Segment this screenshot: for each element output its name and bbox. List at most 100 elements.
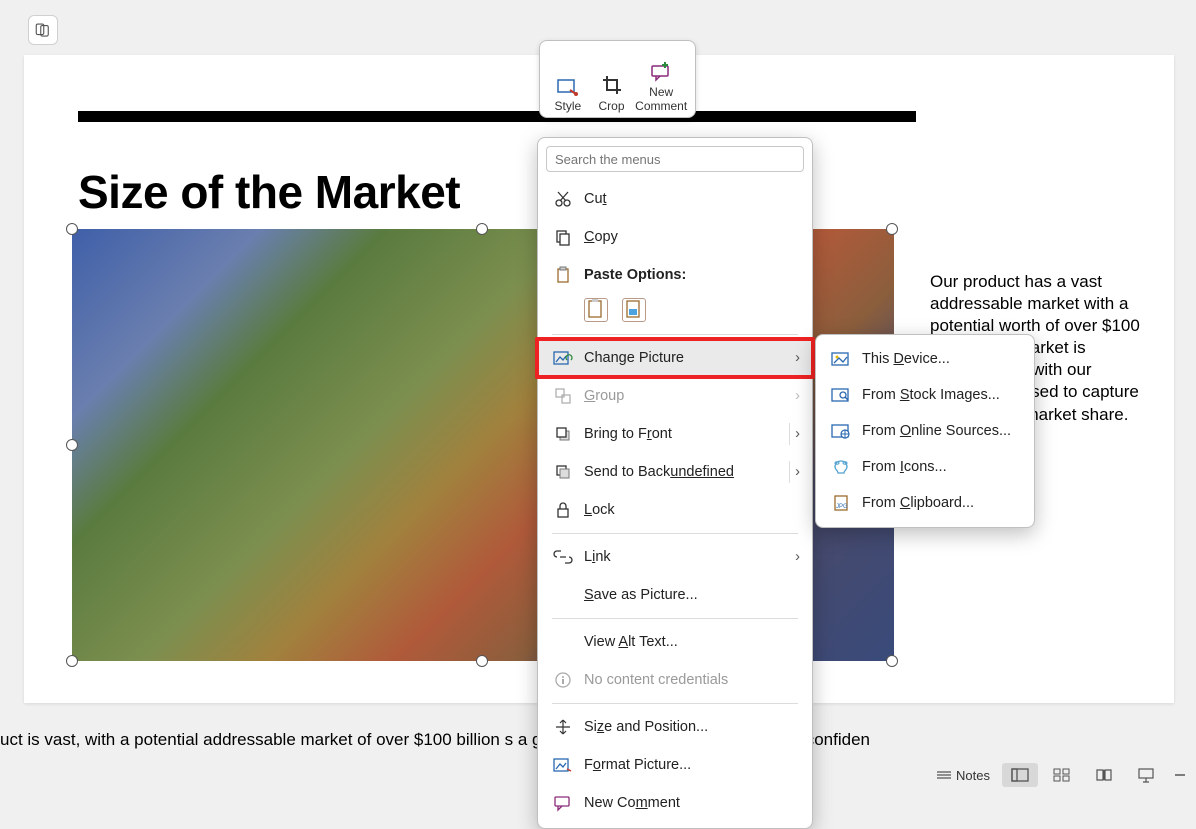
- menu-save-as-picture[interactable]: Save as Picture...: [538, 576, 812, 614]
- status-bar: Notes: [876, 761, 1196, 789]
- svg-text:JPG: JPG: [836, 504, 848, 510]
- menu-cut[interactable]: Cut: [538, 180, 812, 218]
- decorative-bar: [78, 111, 916, 122]
- reading-view-button[interactable]: [1086, 763, 1122, 787]
- submenu-clipboard[interactable]: JPG From Clipboard...: [816, 485, 1034, 521]
- selection-handle[interactable]: [886, 223, 898, 235]
- slide-sorter-button[interactable]: [1044, 763, 1080, 787]
- menu-group-label: Group: [584, 388, 624, 404]
- menu-link[interactable]: Link ›: [538, 538, 812, 576]
- send-back-icon: [554, 463, 572, 481]
- selection-handle[interactable]: [886, 655, 898, 667]
- menu-send-to-back-label: Send to Backundefined: [584, 464, 734, 480]
- menu-save-as-picture-label: Save as Picture...: [584, 587, 698, 603]
- menu-bring-to-front[interactable]: Bring to Front ›: [538, 415, 812, 453]
- menu-send-to-back[interactable]: Send to Backundefined ›: [538, 453, 812, 491]
- normal-view-button[interactable]: [1002, 763, 1038, 787]
- slideshow-icon: [1137, 767, 1155, 783]
- cut-icon: [554, 190, 572, 208]
- selection-handle[interactable]: [66, 655, 78, 667]
- submenu-stock-images-label: From Stock Images...: [862, 387, 1000, 403]
- lock-icon: [555, 501, 571, 519]
- context-menu: Cut Copy Paste Options: Change Picture ›…: [537, 137, 813, 829]
- menu-no-content-credentials-label: No content credentials: [584, 672, 728, 688]
- menu-new-comment[interactable]: New Comment: [538, 784, 812, 822]
- online-sources-icon: [831, 423, 851, 439]
- selection-handle[interactable]: [476, 223, 488, 235]
- submenu-icons-label: From Icons...: [862, 459, 947, 475]
- size-position-icon: [554, 718, 572, 736]
- zoom-out-button[interactable]: [1170, 763, 1190, 787]
- menu-view-alt-text-label: View Alt Text...: [584, 634, 678, 650]
- menu-group: Group ›: [538, 377, 812, 415]
- menu-no-content-credentials: No content credentials: [538, 661, 812, 699]
- notes-icon: [936, 769, 952, 781]
- copy-icon: [554, 228, 572, 246]
- comment-icon: [553, 794, 573, 812]
- notes-label: Notes: [956, 768, 990, 783]
- submenu-this-device-label: This Device...: [862, 351, 950, 367]
- stock-images-icon: [831, 387, 851, 403]
- submenu-this-device[interactable]: This Device...: [816, 341, 1034, 377]
- menu-lock-label: Lock: [584, 502, 615, 518]
- menu-separator: [552, 533, 798, 534]
- picture-icon: [831, 351, 851, 367]
- copilot-icon: [34, 21, 52, 39]
- reading-icon: [1095, 768, 1113, 782]
- chevron-right-icon: ›: [795, 549, 800, 565]
- crop-label: Crop: [599, 99, 625, 113]
- style-icon: [556, 74, 580, 96]
- picture-mini-toolbar: Style Crop New Comment: [539, 40, 696, 118]
- notes-toggle[interactable]: Notes: [930, 763, 996, 787]
- paste-options-row: [538, 294, 812, 330]
- sorter-icon: [1053, 768, 1071, 782]
- paste-option-keep-source[interactable]: [584, 298, 608, 322]
- format-picture-icon: [553, 757, 573, 773]
- new-comment-button[interactable]: New Comment: [633, 45, 689, 113]
- copilot-button[interactable]: [28, 15, 58, 45]
- menu-bring-to-front-label: Bring to Front: [584, 426, 672, 442]
- selection-handle[interactable]: [66, 223, 78, 235]
- slideshow-button[interactable]: [1128, 763, 1164, 787]
- menu-copy-label: Copy: [584, 229, 618, 245]
- crop-button[interactable]: Crop: [590, 45, 634, 113]
- menu-format-picture[interactable]: Format Picture...: [538, 746, 812, 784]
- chevron-right-icon: ›: [795, 388, 800, 404]
- menu-size-and-position[interactable]: Size and Position...: [538, 708, 812, 746]
- menu-search-input[interactable]: [546, 146, 804, 172]
- icons-icon: [831, 458, 851, 476]
- menu-paste-options-label: Paste Options:: [584, 267, 686, 283]
- menu-link-label: Link: [584, 549, 611, 565]
- submenu-clipboard-label: From Clipboard...: [862, 495, 974, 511]
- change-picture-icon: [553, 350, 573, 366]
- menu-size-and-position-label: Size and Position...: [584, 719, 708, 735]
- menu-lock[interactable]: Lock: [538, 491, 812, 529]
- menu-cut-label: Cut: [584, 191, 607, 207]
- paste-icon: [554, 266, 572, 284]
- normal-view-icon: [1011, 768, 1029, 782]
- menu-view-alt-text[interactable]: View Alt Text...: [538, 623, 812, 661]
- group-icon: [554, 387, 572, 405]
- menu-paste-options-header: Paste Options:: [538, 256, 812, 294]
- style-button[interactable]: Style: [546, 45, 590, 113]
- chevron-right-icon: ›: [795, 350, 800, 366]
- clipboard-icon: [585, 299, 607, 321]
- style-label: Style: [555, 99, 582, 113]
- crop-icon: [601, 74, 623, 96]
- clipboard-picture-icon: [623, 299, 645, 321]
- selection-handle[interactable]: [66, 439, 78, 451]
- submenu-online-sources-label: From Online Sources...: [862, 423, 1011, 439]
- menu-separator: [552, 334, 798, 335]
- submenu-online-sources[interactable]: From Online Sources...: [816, 413, 1034, 449]
- submenu-icons[interactable]: From Icons...: [816, 449, 1034, 485]
- menu-copy[interactable]: Copy: [538, 218, 812, 256]
- paste-option-picture[interactable]: [622, 298, 646, 322]
- bring-front-icon: [554, 425, 572, 443]
- menu-change-picture[interactable]: Change Picture ›: [538, 339, 812, 377]
- minus-icon: [1173, 768, 1187, 782]
- new-comment-label-1: New: [649, 85, 673, 99]
- clipboard-jpg-icon: JPG: [831, 494, 851, 512]
- info-icon: [554, 671, 572, 689]
- submenu-stock-images[interactable]: From Stock Images...: [816, 377, 1034, 413]
- selection-handle[interactable]: [476, 655, 488, 667]
